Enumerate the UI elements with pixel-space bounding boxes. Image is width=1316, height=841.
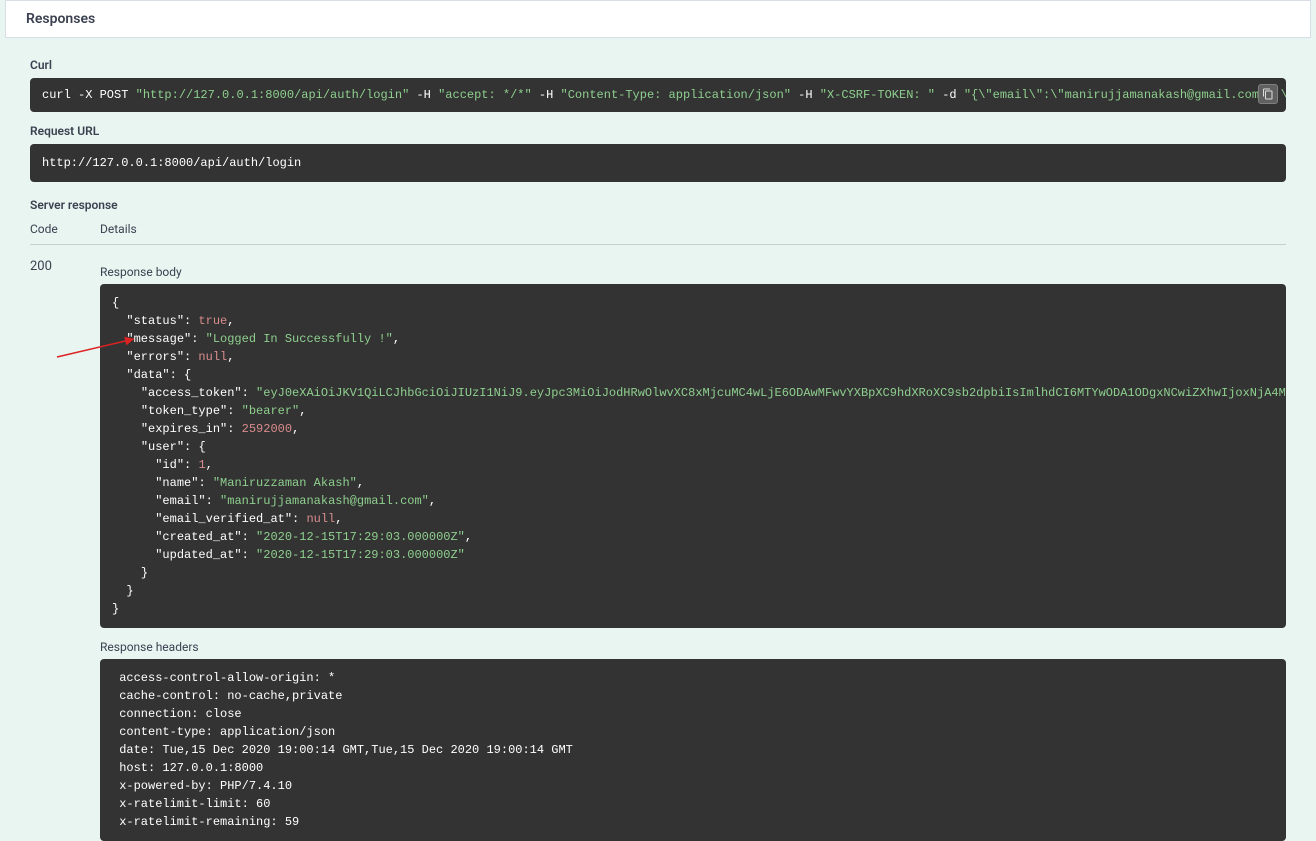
curl-body-data: "{\"email\":\"manirujjamanakash@gmail.co…: [964, 88, 1286, 102]
response-body-label: Response body: [100, 265, 1286, 279]
response-headers-label: Response headers: [100, 640, 1286, 654]
request-url-label: Request URL: [30, 124, 1286, 138]
curl-command: curl -X POST: [42, 88, 128, 102]
curl-label: Curl: [30, 58, 1286, 72]
curl-url: "http://127.0.0.1:8000/api/auth/login": [136, 88, 410, 102]
curl-header-csrf: "X-CSRF-TOKEN: ": [820, 88, 935, 102]
request-url-value: http://127.0.0.1:8000/api/auth/login: [42, 156, 301, 170]
status-code: 200: [30, 257, 100, 274]
copy-curl-button[interactable]: [1258, 84, 1278, 104]
response-row: 200 Response body { "status": true, "mes…: [30, 257, 1286, 841]
curl-flag-h2: -H: [539, 88, 553, 102]
response-table-header: Code Details: [30, 222, 1286, 245]
request-url-block: http://127.0.0.1:8000/api/auth/login: [30, 144, 1286, 182]
curl-flag-h1: -H: [416, 88, 430, 102]
curl-flag-h3: -H: [798, 88, 812, 102]
curl-header-content-type: "Content-Type: application/json": [561, 88, 791, 102]
curl-block: curl -X POST "http://127.0.0.1:8000/api/…: [30, 78, 1286, 112]
responses-section-header: Responses: [5, 0, 1311, 38]
response-body-block: { "status": true, "message": "Logged In …: [100, 284, 1286, 628]
curl-header-accept: "accept: */*": [438, 88, 532, 102]
details-column-header: Details: [100, 222, 1286, 236]
curl-flag-d: -d: [942, 88, 956, 102]
responses-title: Responses: [26, 11, 95, 27]
code-column-header: Code: [30, 222, 100, 236]
server-response-label: Server response: [30, 198, 1286, 212]
copy-icon: [1262, 88, 1274, 100]
response-headers-block: access-control-allow-origin: * cache-con…: [100, 659, 1286, 841]
